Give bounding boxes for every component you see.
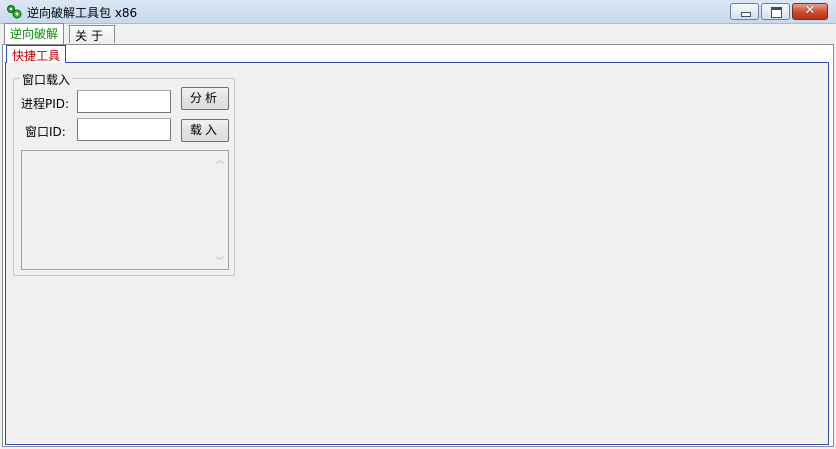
maximize-icon — [771, 7, 782, 18]
window-title: 逆向破解工具包 x86 — [27, 6, 138, 20]
pid-label: 进程PID: — [21, 97, 70, 111]
window-id-label: 窗口ID: — [25, 125, 66, 139]
load-button[interactable]: 载入 — [181, 119, 229, 142]
tab-quick-tools[interactable]: 快捷工具 — [6, 45, 67, 63]
minimize-button[interactable] — [730, 3, 759, 20]
close-icon: ✕ — [804, 3, 816, 18]
scroll-down-icon[interactable]: ﹀ — [211, 254, 228, 267]
app-gear-icon — [7, 5, 22, 19]
maximize-button[interactable] — [761, 3, 790, 20]
tab-about[interactable]: 关于 — [69, 25, 115, 43]
tab-reverse-cracking[interactable]: 逆向破解 — [4, 23, 65, 44]
pid-input[interactable] — [77, 90, 171, 113]
minimize-icon — [741, 12, 751, 17]
scroll-up-icon[interactable]: ︿ — [211, 153, 228, 166]
title-bar[interactable]: 逆向破解工具包 x86 ✕ — [0, 0, 836, 24]
close-button[interactable]: ✕ — [792, 3, 828, 20]
analyze-button[interactable]: 分析 — [181, 87, 229, 110]
vertical-scrollbar[interactable]: ︿ ﹀ — [211, 151, 228, 269]
output-listbox[interactable]: ︿ ﹀ — [21, 150, 229, 270]
window-id-input[interactable] — [77, 118, 171, 141]
group-legend: 窗口载入 — [20, 71, 73, 88]
